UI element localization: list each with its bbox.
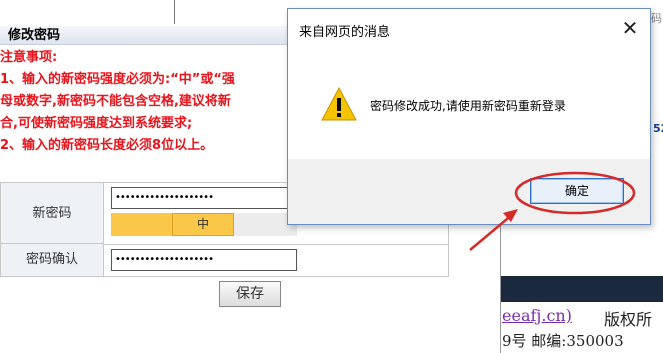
- message-dialog: 来自网页的消息 ✕ 密码修改成功,请使用新密码重新登录 确定: [287, 8, 651, 225]
- password-strength-meter: 中: [111, 213, 297, 236]
- edge-clipped-text: 码: [651, 12, 662, 25]
- top-frame-box: [0, 0, 175, 25]
- dialog-button-bar: 确定: [288, 159, 650, 224]
- notice-line: 注意事项:: [0, 50, 58, 65]
- dialog-message: 密码修改成功,请使用新密码重新登录: [370, 99, 566, 113]
- notice-line: 合,可使新密码强度达到系统要求;: [0, 116, 193, 131]
- new-password-input[interactable]: ••••••••••••••••••••: [111, 187, 297, 209]
- notice-line: 母或数字,新密码不能包含空格,建议将新: [0, 94, 231, 109]
- row-divider: [104, 244, 449, 245]
- edge-clipped-number: 52: [653, 122, 663, 135]
- notice-text: 注意事项: 1、输入的新密码强度必须为:“中”或“强 母或数字,新密码不能包含空…: [0, 47, 300, 157]
- notice-line: 2、输入的新密码长度必须8位以上。: [0, 138, 214, 153]
- footer-copyright-text: 版权所: [604, 310, 653, 329]
- footer-dark-bar: [501, 276, 663, 302]
- save-button[interactable]: 保存: [219, 281, 281, 307]
- strength-medium-segment: 中: [172, 213, 234, 236]
- footer-site-link[interactable]: eeafj.cn): [502, 306, 572, 325]
- confirm-password-label: 密码确认: [1, 244, 104, 276]
- notice-line: 1、输入的新密码强度必须为:“中”或“强: [0, 72, 235, 87]
- warning-icon: [321, 87, 357, 121]
- ok-button[interactable]: 确定: [530, 178, 624, 204]
- footer-address-text: 9号 邮编:350003: [502, 332, 624, 350]
- dialog-title: 来自网页的消息: [299, 25, 391, 40]
- close-icon[interactable]: ✕: [618, 16, 642, 40]
- strength-weak-segment: [111, 213, 172, 236]
- new-password-label: 新密码: [1, 183, 104, 244]
- confirm-password-input[interactable]: ••••••••••••••••••••: [111, 249, 297, 271]
